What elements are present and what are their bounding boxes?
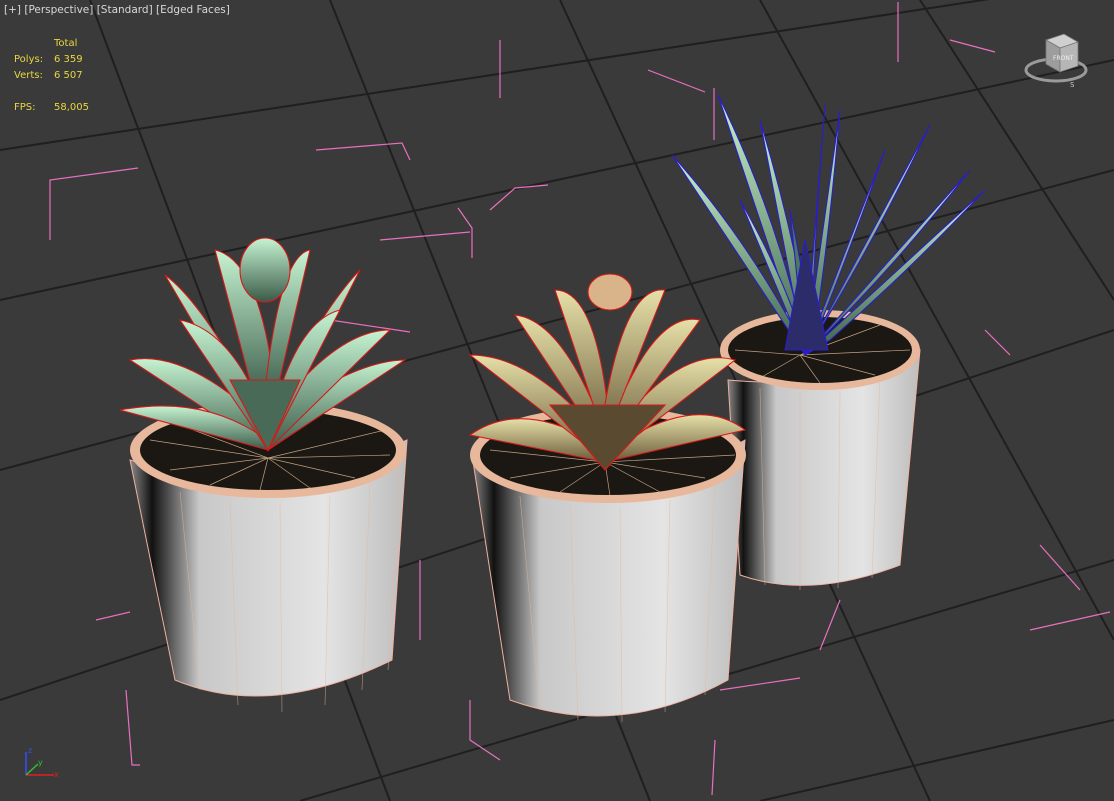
axis-y-label: y	[38, 758, 43, 767]
fps-value: 58,005	[54, 102, 89, 113]
verts-label: Verts:	[14, 70, 43, 81]
fps-label: FPS:	[14, 102, 36, 113]
axis-z-label: z	[28, 746, 32, 755]
viewport-scene[interactable]	[0, 0, 1114, 801]
pot-right	[720, 310, 921, 590]
viewport-shading-standard-label[interactable]: [Standard]	[97, 4, 153, 16]
viewport-edged-faces-label[interactable]: [Edged Faces]	[156, 4, 230, 16]
viewcube-south-label: S	[1070, 81, 1075, 89]
polys-label: Polys:	[14, 54, 44, 65]
viewcube-icon[interactable]: FRONT S	[1020, 30, 1090, 90]
viewport-pov-label[interactable]: [Perspective]	[24, 4, 93, 16]
viewport-label-bar: [+] [Perspective] [Standard] [Edged Face…	[4, 4, 230, 16]
perspective-viewport[interactable]: [+] [Perspective] [Standard] [Edged Face…	[0, 0, 1114, 801]
stats-header: Total	[54, 38, 78, 49]
axis-x-label: x	[54, 770, 58, 779]
polys-value: 6 359	[54, 54, 83, 65]
viewport-menu-plus[interactable]: [+]	[4, 4, 21, 16]
viewcube-front-label: FRONT	[1053, 55, 1074, 62]
verts-value: 6 507	[54, 70, 83, 81]
axis-tripod-icon: x y z	[28, 746, 58, 779]
agave-right	[671, 94, 986, 356]
statistics-overlay: Total Polys: 6 359 Verts: 6 507 FPS: 58,005	[14, 36, 89, 116]
